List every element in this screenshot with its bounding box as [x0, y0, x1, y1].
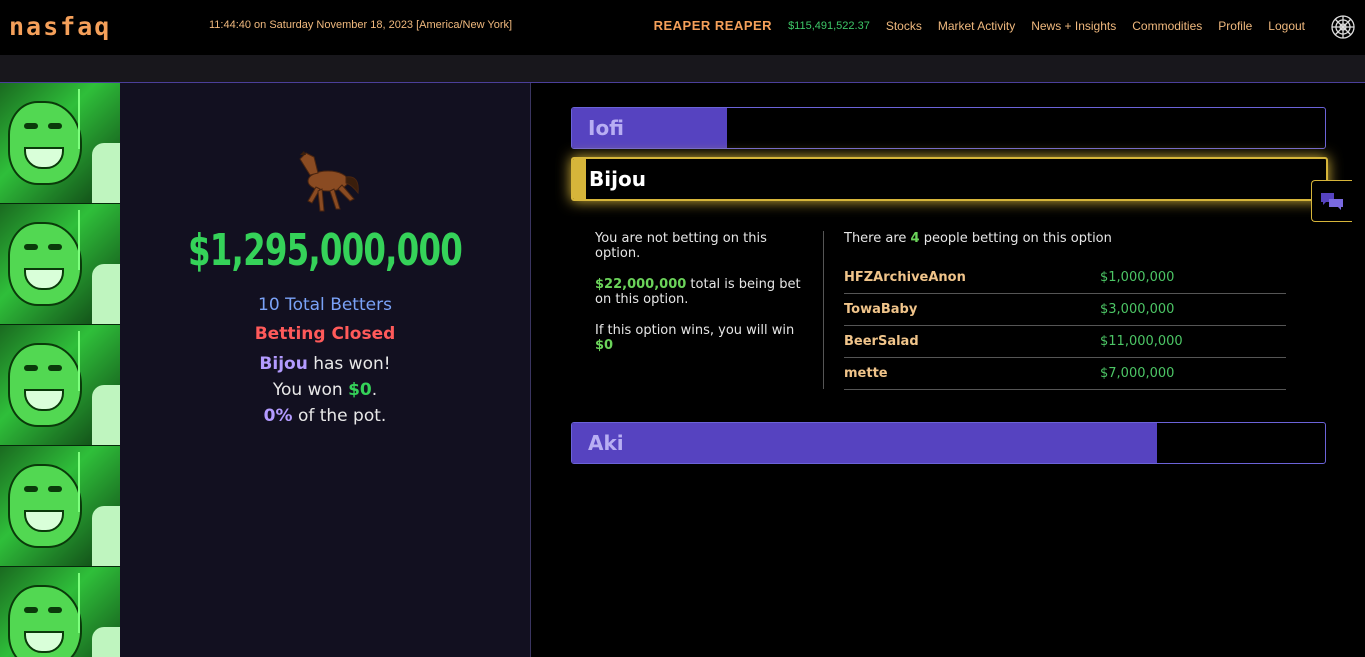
you-won-line: You won $0.	[120, 380, 530, 400]
your-bet-info: You are not betting on this option. $22,…	[595, 231, 810, 369]
nav-market-activity[interactable]: Market Activity	[938, 19, 1015, 33]
nav-stocks[interactable]: Stocks	[886, 19, 922, 33]
option-fill	[572, 423, 1158, 463]
total-betters: 10 Total Betters	[258, 295, 392, 315]
nav-commodities[interactable]: Commodities	[1132, 19, 1202, 33]
bettor-row: mette $7,000,000	[844, 358, 1286, 390]
pot-panel: $1,295,000,000 10 Total Betters Betting …	[120, 83, 531, 657]
option-name: Iofi	[588, 116, 625, 140]
clock: 11:44:40 on Saturday November 18, 2023 […	[209, 19, 513, 31]
you-won-suffix: .	[371, 380, 378, 400]
total-bet-text: $22,000,000 total is being bet on this o…	[595, 277, 810, 307]
nav-right: REAPER REAPER $115,491,522.37 Stocks Mar…	[654, 18, 1305, 33]
potential-win-prefix: If this option wins, you will win	[595, 323, 795, 338]
balance: $115,491,522.37	[788, 19, 870, 32]
top-navbar: nasfaq 11:44:40 on Saturday November 18,…	[0, 0, 1365, 55]
laughing-face-image	[0, 567, 120, 657]
potential-win-text: If this option wins, you will win $0	[595, 323, 810, 353]
potential-win-amount: $0	[595, 338, 614, 353]
bettor-amount: $1,000,000	[1100, 270, 1175, 285]
bettor-amount: $3,000,000	[1100, 302, 1175, 317]
pot-share-line: 0% of the pot.	[120, 406, 530, 426]
nav-logout[interactable]: Logout	[1268, 19, 1305, 33]
option-bar[interactable]: Iofi	[571, 107, 1326, 149]
decorative-image-strip	[0, 83, 120, 657]
chat-button[interactable]	[1311, 180, 1352, 222]
winner-line: Bijou has won!	[120, 354, 530, 374]
laughing-face-image	[0, 83, 120, 204]
nav-profile[interactable]: Profile	[1218, 19, 1252, 33]
bettor-row: BeerSalad $11,000,000	[844, 326, 1286, 358]
option-name: Bijou	[589, 167, 646, 191]
bettor-name[interactable]: mette	[844, 366, 1100, 381]
nav-news-insights[interactable]: News + Insights	[1031, 19, 1116, 33]
not-betting-text: You are not betting on this option.	[595, 231, 767, 261]
bettor-count: 4	[910, 231, 920, 246]
option-details: You are not betting on this option. $22,…	[571, 213, 1324, 403]
bettor-name[interactable]: BeerSalad	[844, 334, 1100, 349]
username[interactable]: REAPER REAPER	[654, 18, 772, 33]
option-bar[interactable]: Aki	[571, 422, 1326, 464]
option-bar-selected[interactable]: Bijou	[571, 157, 1328, 201]
betting-status: Betting Closed	[254, 324, 396, 344]
sub-navbar	[0, 55, 1365, 83]
bettor-row: TowaBaby $3,000,000	[844, 294, 1286, 326]
pot-share-suffix: of the pot.	[292, 406, 387, 426]
you-won-amount: $0	[348, 380, 372, 400]
bettor-count-prefix: There are	[844, 231, 911, 246]
bettors-panel: There are 4 people betting on this optio…	[844, 231, 1286, 390]
pot-share-pct: 0%	[263, 406, 293, 426]
bettor-row: HFZArchiveAnon $1,000,000	[844, 262, 1286, 294]
site-logo[interactable]: nasfaq	[9, 12, 111, 41]
web-icon[interactable]	[1330, 14, 1356, 40]
you-won-prefix: You won	[272, 380, 349, 400]
winner-suffix: has won!	[307, 354, 391, 374]
horse-icon	[299, 151, 359, 212]
total-bet-amount: $22,000,000	[595, 277, 687, 292]
pot-amount: $1,295,000,000	[188, 225, 463, 276]
option-fill	[573, 159, 586, 199]
winner-name: Bijou	[259, 354, 308, 374]
bettor-count-text: There are 4 people betting on this optio…	[844, 231, 1286, 246]
laughing-face-image	[0, 446, 120, 567]
bettor-count-suffix: people betting on this option	[919, 231, 1112, 246]
laughing-face-image	[0, 204, 120, 325]
divider	[823, 231, 824, 389]
option-name: Aki	[588, 431, 624, 455]
bettor-name[interactable]: HFZArchiveAnon	[844, 270, 1100, 285]
bettors-list: HFZArchiveAnon $1,000,000 TowaBaby $3,00…	[844, 262, 1286, 390]
chat-bubbles-icon	[1321, 193, 1343, 210]
bettor-amount: $11,000,000	[1100, 334, 1183, 349]
bettor-amount: $7,000,000	[1100, 366, 1175, 381]
bettor-name[interactable]: TowaBaby	[844, 302, 1100, 317]
laughing-face-image	[0, 325, 120, 446]
